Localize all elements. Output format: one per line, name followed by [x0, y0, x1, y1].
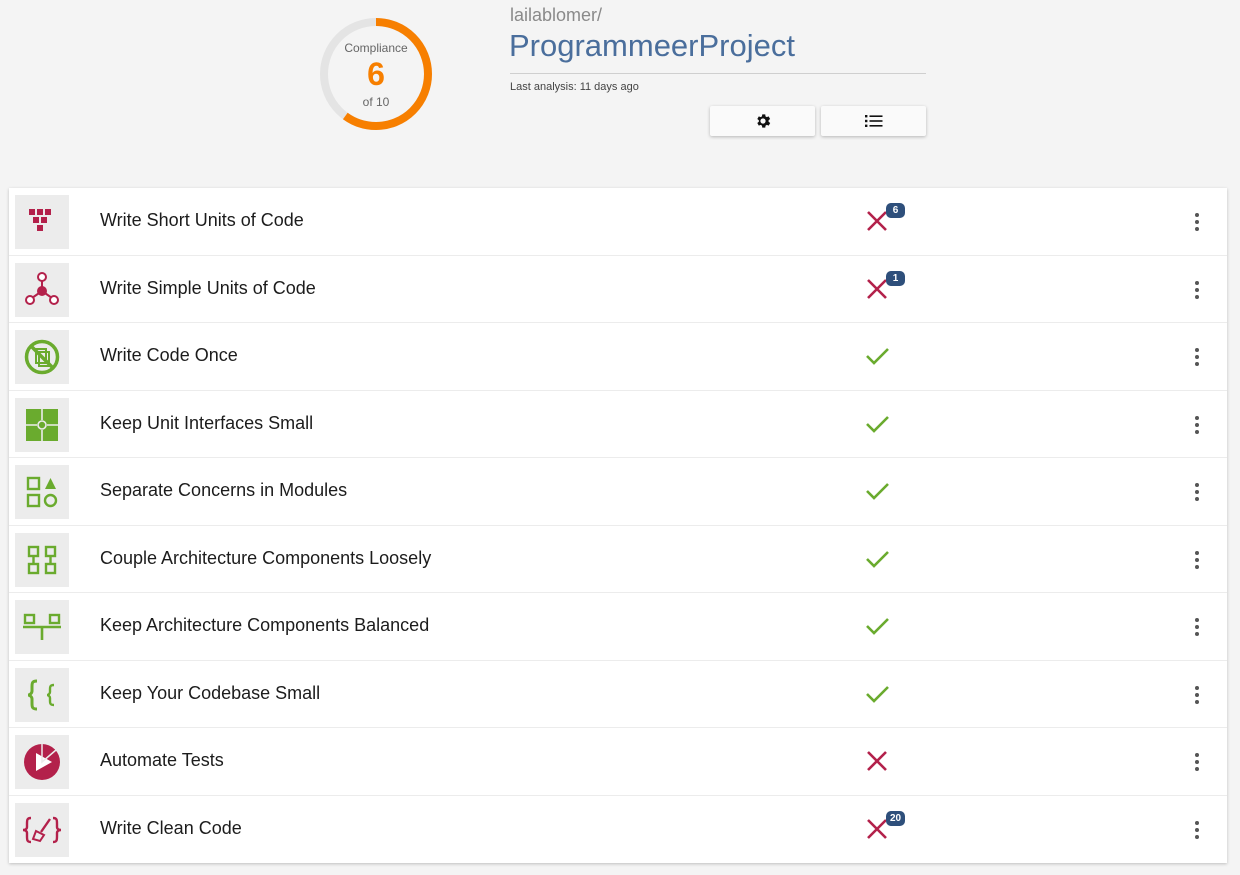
guideline-row[interactable]: Keep Your Codebase Small: [9, 661, 1227, 728]
guideline-icon-box: [15, 532, 69, 587]
last-analysis: Last analysis: 11 days ago: [510, 81, 639, 93]
status-pass: [864, 411, 890, 437]
guideline-title: Write Code Once: [100, 345, 238, 365]
violation-count-badge: 1: [886, 270, 905, 286]
project-name: ProgrammeerProject: [509, 28, 795, 63]
broom-icon: [22, 816, 62, 843]
modules-icon: [26, 476, 58, 508]
row-menu-button[interactable]: [1189, 480, 1205, 504]
short-units-icon: [29, 209, 51, 231]
simple-units-icon: [25, 271, 59, 305]
more-vert-icon: [1195, 550, 1199, 569]
more-vert-icon: [1195, 820, 1199, 839]
guideline-title: Keep Unit Interfaces Small: [100, 412, 314, 433]
status-fail: 1: [864, 270, 905, 302]
settings-button[interactable]: [710, 106, 815, 136]
status-pass: [864, 681, 890, 707]
guideline-row[interactable]: Keep Unit Interfaces Small: [9, 391, 1227, 458]
balance-icon: [23, 613, 61, 640]
guideline-icon-box: [15, 195, 69, 249]
project-owner[interactable]: lailablomer/: [510, 5, 602, 26]
guideline-icon-box: [15, 600, 69, 654]
status-fail: 6: [864, 203, 905, 234]
gear-icon: [756, 114, 770, 128]
row-menu-button[interactable]: [1189, 345, 1205, 369]
row-menu-button[interactable]: [1189, 278, 1205, 302]
row-menu-button[interactable]: [1189, 750, 1205, 774]
more-vert-icon: [1195, 213, 1199, 231]
guideline-list: Write Short Units of Code 6 Write Simple…: [9, 188, 1227, 863]
compliance-gauge: Compliance 6 of 10: [316, 14, 436, 134]
compliance-total: of 10: [362, 95, 390, 109]
check-icon: [866, 415, 889, 433]
guideline-row[interactable]: Write Simple Units of Code 1: [9, 256, 1227, 323]
compliance-score: 6: [367, 56, 385, 92]
puzzle-icon: [26, 408, 58, 441]
guideline-title: Automate Tests: [100, 750, 224, 770]
components-icon: [27, 545, 57, 574]
check-icon: [866, 550, 889, 568]
row-menu-button[interactable]: [1189, 615, 1205, 639]
more-vert-icon: [1195, 280, 1199, 299]
status-pass: [864, 343, 890, 369]
violation-count-badge: 20: [886, 810, 906, 826]
guideline-title: Couple Architecture Components Loosely: [100, 547, 432, 568]
guideline-row[interactable]: Write Short Units of Code 6: [9, 188, 1227, 256]
status-pass: [864, 546, 890, 572]
more-vert-icon: [1195, 753, 1199, 771]
guideline-title: Keep Your Codebase Small: [100, 682, 321, 703]
guideline-row[interactable]: Keep Architecture Components Balanced: [9, 593, 1227, 661]
guideline-title: Separate Concerns in Modules: [100, 480, 348, 500]
braces-icon: [27, 679, 55, 710]
guideline-icon-box: [15, 667, 69, 722]
more-vert-icon: [1195, 483, 1199, 501]
more-vert-icon: [1195, 685, 1199, 704]
guideline-row[interactable]: Write Code Once: [9, 323, 1227, 391]
guideline-row[interactable]: Write Clean Code 20: [9, 796, 1227, 864]
status-fail: 20: [864, 810, 906, 842]
guideline-title: Keep Architecture Components Balanced: [100, 615, 430, 635]
guideline-icon-box: [15, 330, 69, 384]
more-vert-icon: [1195, 348, 1199, 366]
guideline-title: Write Clean Code: [100, 817, 242, 838]
guideline-row[interactable]: Automate Tests: [9, 728, 1227, 796]
guideline-icon-box: [15, 802, 69, 857]
row-menu-button[interactable]: [1189, 210, 1205, 234]
status-pass: [864, 478, 890, 504]
check-icon: [866, 618, 889, 635]
guideline-icon-box: [15, 262, 69, 317]
guideline-icon-box: [15, 397, 69, 452]
check-icon: [866, 348, 889, 365]
list-icon: [864, 115, 882, 127]
guideline-row[interactable]: Separate Concerns in Modules: [9, 458, 1227, 526]
no-duplication-icon: [24, 339, 60, 375]
list-view-button[interactable]: [821, 106, 926, 136]
more-vert-icon: [1195, 415, 1199, 434]
guideline-icon-box: [15, 735, 69, 789]
play-icon: [24, 744, 60, 780]
violation-count-badge: 6: [886, 203, 905, 218]
row-menu-button[interactable]: [1189, 683, 1205, 707]
guideline-row[interactable]: Couple Architecture Components Loosely: [9, 526, 1227, 593]
cross-icon: [867, 751, 887, 771]
check-icon: [866, 483, 889, 500]
row-menu-button[interactable]: [1189, 818, 1205, 842]
guideline-icon-box: [15, 465, 69, 519]
more-vert-icon: [1195, 618, 1199, 636]
row-menu-button[interactable]: [1189, 413, 1205, 437]
compliance-label: Compliance: [344, 41, 408, 55]
guideline-title: Write Simple Units of Code: [100, 277, 316, 298]
check-icon: [866, 685, 889, 703]
status-fail: [864, 748, 890, 774]
guideline-title: Write Short Units of Code: [100, 210, 304, 230]
status-pass: [864, 613, 890, 639]
row-menu-button[interactable]: [1189, 548, 1205, 572]
header-divider: [510, 73, 926, 74]
